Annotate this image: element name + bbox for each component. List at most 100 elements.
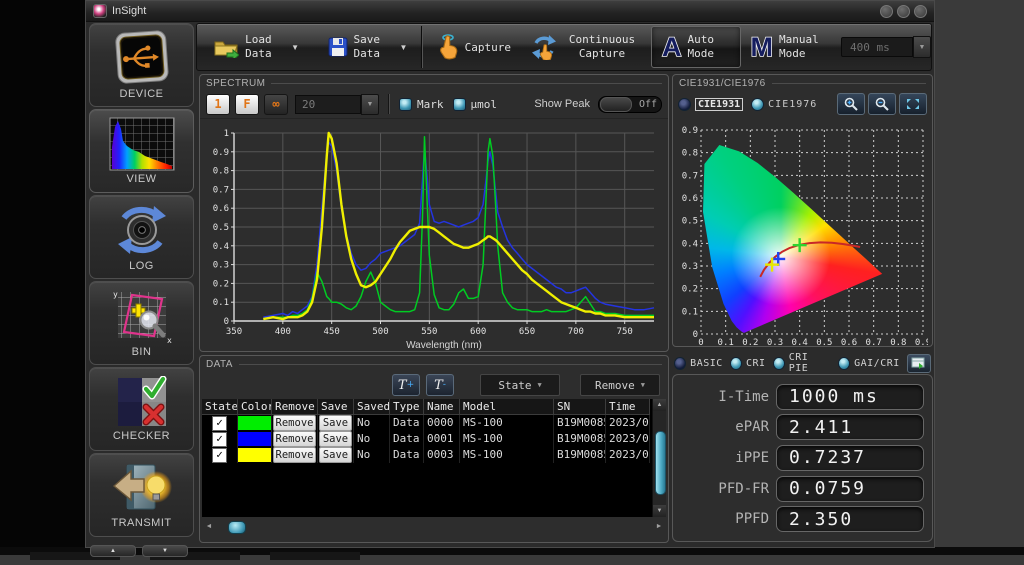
app-window: InSight [85,0,935,548]
remove-menu-button[interactable]: Remove▼ [580,374,660,396]
gai-cri-label[interactable]: GAI/CRI [854,358,900,369]
sn-cell: B19M0085 [554,415,606,431]
table-horizontal-scrollbar[interactable]: ◄ ► [204,520,664,533]
measurement-tabs: BASIC CRI CRI PIE GAI/CRI [672,355,933,371]
close-button[interactable] [914,5,927,18]
saved-cell: No [354,415,390,431]
auto-mode-icon: A [662,34,682,61]
basic-radio[interactable] [674,357,686,370]
column-header-save[interactable]: Save [318,399,354,415]
cie1976-radio[interactable] [751,98,764,111]
column-header-color[interactable]: Color [238,399,272,415]
mark-toggle-led[interactable] [399,98,412,111]
cri-pie-radio[interactable] [773,357,785,370]
sidebar-item-log[interactable]: LOG [89,195,194,279]
column-header-type[interactable]: Type [390,399,424,415]
svg-text:1: 1 [224,129,229,139]
vertical-scroll-thumb[interactable] [655,431,666,495]
column-header-time[interactable]: Time [606,399,650,415]
time-cell: 2023/02/0 [606,447,650,463]
zoom-in-button[interactable] [837,93,865,115]
save-button[interactable]: Save [319,415,353,431]
column-header-model[interactable]: Model [460,399,554,415]
titlebar[interactable]: InSight [86,1,934,22]
sidebar-scroll-up-button[interactable]: ▲ [90,545,136,557]
show-peak-toggle[interactable]: Off [598,96,662,113]
capture-button[interactable]: Capture [427,24,521,70]
basic-label[interactable]: BASIC [690,358,723,369]
save-data-button[interactable]: Save Data ▼ [318,24,418,70]
cie1931-radio[interactable] [678,98,691,111]
scroll-left-icon[interactable]: ◄ [204,523,214,530]
expand-arrows-icon [905,97,921,111]
scroll-up-icon[interactable]: ▲ [653,399,666,411]
controls-separator [388,94,390,114]
svg-text:400: 400 [275,327,291,337]
manual-mode-button[interactable]: M Manual Mode [741,24,832,70]
infinity-average-button[interactable]: ∞ [264,94,288,115]
svg-text:0.2: 0.2 [213,279,229,289]
svg-text:y: y [113,290,118,299]
sidebar-item-device[interactable]: DEVICE [89,23,194,107]
ippe-label: iPPE [735,450,769,466]
state-menu-button[interactable]: State▼ [480,374,560,396]
cie1931-label[interactable]: CIE1931 [695,98,743,111]
cie-panel: CIE1931/CIE1976 CIE1931 CIE1976 [672,74,933,347]
delete-row-button[interactable]: T- [426,374,454,396]
sidebar-item-view[interactable]: VIEW [89,109,194,193]
remove-button[interactable]: Remove [273,447,316,463]
minimize-button[interactable] [880,5,893,18]
remove-button[interactable]: Remove [273,415,316,431]
save-button[interactable]: Save [319,431,353,447]
remove-cell: Remove [272,415,318,431]
state-checkbox[interactable]: ✓ [212,448,227,463]
cie1976-label[interactable]: CIE1976 [768,99,817,110]
column-header-remove[interactable]: Remove [272,399,318,415]
color-swatch-cell [238,447,272,463]
sidebar-item-checker[interactable]: CHECKER [89,367,194,451]
integration-time-select[interactable]: 400 ms ▼ [841,36,931,58]
continuous-capture-button[interactable]: Continuous Capture [521,24,651,70]
cri-radio[interactable] [730,357,742,370]
average-count-select[interactable]: 20 ▼ [295,94,379,115]
gai-cri-radio[interactable] [838,357,850,370]
mark-label: Mark [417,98,444,111]
horizontal-scroll-thumb[interactable] [228,521,246,534]
integration-time-dropdown-icon[interactable]: ▼ [913,36,931,58]
save-button[interactable]: Save [319,447,353,463]
average-count-dropdown-icon[interactable]: ▼ [361,94,379,115]
add-row-button[interactable]: T+ [392,374,420,396]
sidebar-item-transmit[interactable]: TRANSMIT [89,453,194,537]
state-checkbox[interactable]: ✓ [212,416,227,431]
scroll-down-icon[interactable]: ▼ [653,505,666,517]
export-button[interactable] [907,354,931,373]
cri-pie-label[interactable]: CRI PIE [789,352,831,374]
color-swatch[interactable] [238,448,271,462]
sidebar-item-bin[interactable]: y x BIN [89,281,194,365]
sidebar-scroll-down-button[interactable]: ▼ [142,545,188,557]
umol-toggle-led[interactable] [453,98,466,111]
color-swatch[interactable] [238,416,271,430]
cri-label[interactable]: CRI [746,358,766,369]
auto-mode-button[interactable]: A Auto Mode [651,26,741,68]
full-view-button[interactable]: F [235,94,259,115]
integration-time-value: 400 ms [841,37,913,57]
remove-button[interactable]: Remove [273,431,316,447]
name-cell: 0001 [424,431,460,447]
spectrum-icon [109,117,175,171]
column-header-name[interactable]: Name [424,399,460,415]
state-checkbox[interactable]: ✓ [212,432,227,447]
load-data-button[interactable]: Load Data ▼ [203,24,309,70]
state-checkbox-cell: ✓ [202,447,238,463]
fit-view-button[interactable] [899,93,927,115]
maximize-button[interactable] [897,5,910,18]
color-swatch[interactable] [238,432,271,446]
table-vertical-scrollbar[interactable]: ▲ ▼ [652,399,666,517]
zoom-out-button[interactable] [868,93,896,115]
column-header-state[interactable]: State [202,399,238,415]
single-view-button[interactable]: 1 [206,94,230,115]
sidebar-label-log: LOG [129,260,154,272]
column-header-saved[interactable]: Saved [354,399,390,415]
column-header-sn[interactable]: SN [554,399,606,415]
scroll-right-icon[interactable]: ► [654,523,664,530]
